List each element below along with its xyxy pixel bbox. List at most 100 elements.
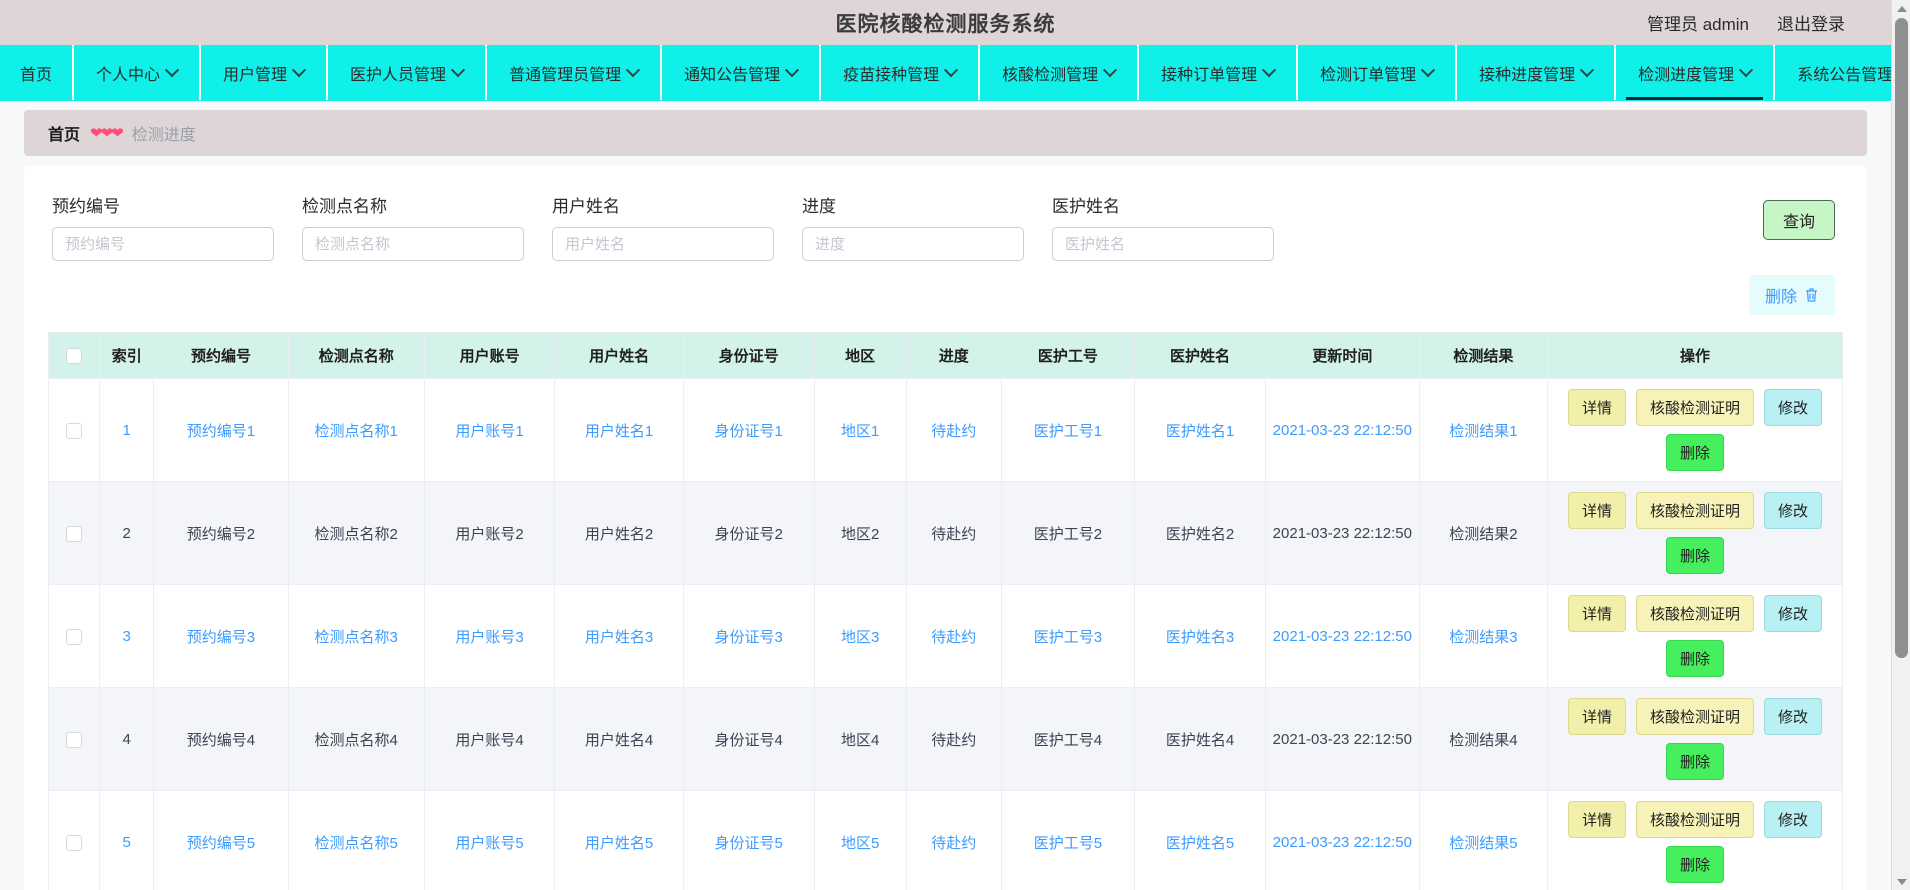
table-toolbar: 删除 xyxy=(24,261,1867,327)
scroll-down-arrow-icon[interactable] xyxy=(1892,873,1910,890)
row-action-group: 详情 核酸检测证明 修改删除 xyxy=(1552,595,1838,677)
row-checkbox[interactable] xyxy=(66,731,83,748)
cert-button[interactable]: 核酸检测证明 xyxy=(1635,595,1754,632)
table-row[interactable]: 4 预约编号4 检测点名称4 用户账号4 用户姓名4 身份证号4 地区4 待赴约 医护工号4 医护… xyxy=(48,687,1843,791)
nav-item-6[interactable]: 疫苗接种管理 xyxy=(821,45,981,100)
filter-input-0[interactable] xyxy=(52,227,274,261)
batch-delete-button[interactable]: 删除 xyxy=(1748,275,1835,315)
nav-item-10[interactable]: 接种进度管理 xyxy=(1457,45,1617,100)
cell-staff-no: 医护工号5 xyxy=(1000,790,1136,890)
nav-item-label: 接种订单管理 xyxy=(1161,66,1258,84)
nav-item-7[interactable]: 核酸检测管理 xyxy=(980,45,1140,100)
delete-button[interactable]: 删除 xyxy=(1665,846,1724,883)
app-header: 医院核酸检测服务系统 管理员 admin 退出登录 xyxy=(0,0,1891,45)
filter-field-0: 预约编号 xyxy=(24,192,274,261)
cell-updated-at: 2021-03-23 22:12:50 xyxy=(1264,481,1420,585)
delete-button[interactable]: 删除 xyxy=(1665,434,1724,471)
row-action-group: 详情 核酸检测证明 修改删除 xyxy=(1552,698,1838,780)
chevron-down-icon xyxy=(944,62,959,77)
row-checkbox[interactable] xyxy=(66,525,83,542)
nav-item-4[interactable]: 普通管理员管理 xyxy=(487,45,663,100)
cert-button[interactable]: 核酸检测证明 xyxy=(1635,389,1754,426)
edit-button[interactable]: 修改 xyxy=(1764,801,1823,838)
cell-appointment-no: 预约编号4 xyxy=(153,687,289,791)
table-row[interactable]: 3 预约编号3 检测点名称3 用户账号3 用户姓名3 身份证号3 地区3 待赴约 医护工号3 医护… xyxy=(48,584,1843,688)
nav-item-3[interactable]: 医护人员管理 xyxy=(328,45,488,100)
breadcrumb-current: 检测进度 xyxy=(131,127,196,144)
column-header-12: 操作 xyxy=(1547,332,1843,379)
cell-user-account: 用户账号3 xyxy=(423,584,556,688)
filter-label-1: 检测点名称 xyxy=(302,197,387,216)
table-body: 1 预约编号1 检测点名称1 用户账号1 用户姓名1 身份证号1 地区1 待赴约 医护工号1 医护… xyxy=(48,378,1843,890)
filter-field-1: 检测点名称 xyxy=(274,192,524,261)
nav-item-11[interactable]: 检测进度管理 xyxy=(1616,45,1776,100)
cell-staff-name: 医护姓名5 xyxy=(1134,790,1266,890)
nav-item-label: 用户管理 xyxy=(223,66,288,84)
delete-button[interactable]: 删除 xyxy=(1665,537,1724,574)
nav-item-2[interactable]: 用户管理 xyxy=(201,45,329,100)
row-checkbox[interactable] xyxy=(66,834,83,851)
cell-appointment-no: 预约编号5 xyxy=(153,790,289,890)
cell-site-name: 检测点名称4 xyxy=(287,687,425,791)
edit-button[interactable]: 修改 xyxy=(1764,595,1823,632)
cert-button[interactable]: 核酸检测证明 xyxy=(1635,801,1754,838)
nav-item-0[interactable]: 首页 xyxy=(0,45,75,100)
delete-button[interactable]: 删除 xyxy=(1665,640,1724,677)
cell-staff-name: 医护姓名3 xyxy=(1134,584,1266,688)
batch-delete-label: 删除 xyxy=(1764,289,1797,306)
chevron-down-icon xyxy=(626,62,641,77)
chevron-down-icon xyxy=(1580,62,1595,77)
filter-input-4[interactable] xyxy=(1052,227,1274,261)
query-button-cell: 查询 xyxy=(1762,192,1867,240)
chevron-down-icon xyxy=(785,62,800,77)
nav-item-label: 医护人员管理 xyxy=(350,66,447,84)
nav-item-label: 个人中心 xyxy=(96,66,161,84)
detail-button[interactable]: 详情 xyxy=(1567,801,1626,838)
cell-updated-at: 2021-03-23 22:12:50 xyxy=(1264,378,1420,482)
edit-button[interactable]: 修改 xyxy=(1764,389,1823,426)
nav-item-8[interactable]: 接种订单管理 xyxy=(1139,45,1299,100)
cell-updated-at: 2021-03-23 22:12:50 xyxy=(1264,790,1420,890)
breadcrumb-home[interactable]: 首页 xyxy=(48,121,80,145)
logout-link[interactable]: 退出登录 xyxy=(1777,10,1845,35)
query-button[interactable]: 查询 xyxy=(1762,200,1835,240)
select-all-checkbox[interactable] xyxy=(66,348,83,365)
cell-index: 5 xyxy=(99,790,155,890)
delete-button[interactable]: 删除 xyxy=(1665,743,1724,780)
row-checkbox[interactable] xyxy=(66,628,83,645)
nav-item-9[interactable]: 检测订单管理 xyxy=(1298,45,1458,100)
row-checkbox[interactable] xyxy=(66,422,83,439)
trash-icon xyxy=(1804,287,1819,303)
detail-button[interactable]: 详情 xyxy=(1567,698,1626,735)
nav-item-5[interactable]: 通知公告管理 xyxy=(662,45,822,100)
nav-item-label: 核酸检测管理 xyxy=(1002,66,1099,84)
cell-index: 4 xyxy=(99,687,155,791)
detail-button[interactable]: 详情 xyxy=(1567,595,1626,632)
filter-input-2[interactable] xyxy=(552,227,774,261)
table-row[interactable]: 1 预约编号1 检测点名称1 用户账号1 用户姓名1 身份证号1 地区1 待赴约 医护工号1 医护… xyxy=(48,378,1843,482)
cell-index: 3 xyxy=(99,584,155,688)
column-header-5: 身份证号 xyxy=(682,332,815,379)
cert-button[interactable]: 核酸检测证明 xyxy=(1635,492,1754,529)
cert-button[interactable]: 核酸检测证明 xyxy=(1635,698,1754,735)
filter-input-1[interactable] xyxy=(302,227,524,261)
detail-button[interactable]: 详情 xyxy=(1567,389,1626,426)
filter-card: 预约编号检测点名称用户姓名进度医护姓名查询 删除 xyxy=(24,166,1867,890)
vertical-scrollbar[interactable] xyxy=(1891,0,1910,890)
nav-item-12[interactable]: 系统公告管理 xyxy=(1775,45,1891,100)
scroll-up-arrow-icon[interactable] xyxy=(1892,0,1910,17)
cell-result: 检测结果2 xyxy=(1418,481,1549,585)
breadcrumb-container: 首页 ❤❤❤ 检测进度 xyxy=(0,101,1891,156)
edit-button[interactable]: 修改 xyxy=(1764,492,1823,529)
table-row[interactable]: 5 预约编号5 检测点名称5 用户账号5 用户姓名5 身份证号5 地区5 待赴约 医护工号5 医护… xyxy=(48,790,1843,890)
table-row[interactable]: 2 预约编号2 检测点名称2 用户账号2 用户姓名2 身份证号2 地区2 待赴约 医护工号2 医护… xyxy=(48,481,1843,585)
scrollbar-thumb[interactable] xyxy=(1895,18,1908,658)
cell-staff-no: 医护工号3 xyxy=(1000,584,1136,688)
filter-input-3[interactable] xyxy=(802,227,1024,261)
nav-item-label: 系统公告管理 xyxy=(1797,66,1891,84)
detail-button[interactable]: 详情 xyxy=(1567,492,1626,529)
edit-button[interactable]: 修改 xyxy=(1764,698,1823,735)
nav-item-1[interactable]: 个人中心 xyxy=(74,45,202,100)
cell-region: 地区1 xyxy=(813,378,907,482)
filter-row: 预约编号 检测点名称 用户姓名 进度 医护姓名 查询 xyxy=(24,184,1867,261)
